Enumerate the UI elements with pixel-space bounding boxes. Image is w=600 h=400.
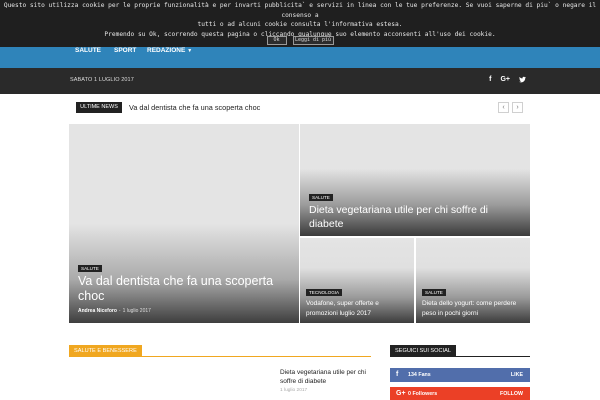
ticker-headline[interactable]: Va dal dentista che fa una scoperta choc bbox=[129, 103, 349, 112]
article-title[interactable]: Dieta dello yogurt: come perdere peso in… bbox=[422, 299, 526, 318]
post-title[interactable]: Dieta vegetariana utile per chi soffre d… bbox=[280, 368, 380, 386]
nav-item-sport[interactable]: SPORT bbox=[114, 47, 136, 55]
social-count: 134 Fans bbox=[408, 368, 431, 382]
cookie-text-line-2: tutti o ad alcuni cookie consulta l'info… bbox=[197, 21, 403, 29]
nav-item-redazione-label: REDAZIONE bbox=[147, 47, 186, 54]
section-header-salute-benessere: SALUTE E BENESSERE bbox=[69, 345, 371, 357]
meta-separator: - bbox=[118, 308, 121, 314]
chevron-down-icon: ▼ bbox=[187, 48, 193, 54]
nav-item-redazione[interactable]: REDAZIONE ▼ bbox=[147, 47, 192, 55]
ticker-badge: ULTIME NEWS bbox=[76, 102, 122, 113]
social-count-unit: Fans bbox=[418, 372, 431, 378]
google-plus-icon[interactable]: G+ bbox=[500, 75, 510, 85]
cookie-buttons: Ok Leggi di più bbox=[0, 36, 600, 45]
article-date: 1 luglio 2017 bbox=[122, 308, 151, 314]
main-nav: SALUTE SPORT REDAZIONE ▼ bbox=[0, 47, 600, 68]
post-date: 1 luglio 2017 bbox=[280, 388, 308, 393]
category-badge[interactable]: SALUTE bbox=[309, 194, 333, 201]
social-row-google-plus[interactable]: G+ 0 Followers FOLLOW bbox=[390, 387, 530, 400]
nav-item-salute[interactable]: SALUTE bbox=[75, 47, 101, 55]
article-meta: Andrea Niceforo -1 luglio 2017 bbox=[78, 308, 151, 314]
cookie-more-button[interactable]: Leggi di più bbox=[292, 36, 334, 45]
category-badge[interactable]: SALUTE bbox=[422, 289, 446, 296]
social-count-unit: Followers bbox=[412, 391, 438, 397]
facebook-icon: f bbox=[396, 371, 399, 378]
facebook-like-button[interactable]: LIKE bbox=[511, 368, 523, 382]
featured-article-right-bottom-left[interactable]: TECNOLOGIA Vodafone, super offerte e pro… bbox=[300, 238, 414, 323]
ticker-next-button[interactable]: › bbox=[512, 102, 523, 113]
google-plus-icon: G+ bbox=[396, 390, 406, 397]
article-author[interactable]: Andrea Niceforo bbox=[78, 308, 117, 314]
featured-article-main[interactable]: SALUTE Va dal dentista che fa una scoper… bbox=[69, 124, 299, 323]
featured-article-right-top[interactable]: SALUTE Dieta vegetariana utile per chi s… bbox=[300, 124, 530, 236]
top-bar: SABATO 1 LUGLIO 2017 f G+ bbox=[0, 68, 600, 94]
twitter-icon[interactable] bbox=[519, 75, 526, 85]
article-title[interactable]: Dieta vegetariana utile per chi soffre d… bbox=[309, 204, 521, 231]
ticker-prev-button[interactable]: ‹ bbox=[498, 102, 509, 113]
social-count: 0 Followers bbox=[408, 387, 437, 400]
current-date: SABATO 1 LUGLIO 2017 bbox=[70, 77, 134, 83]
social-count-number: 134 bbox=[408, 372, 417, 378]
cookie-text-line-1: Questo sito utilizza cookie per le propr… bbox=[3, 2, 597, 19]
article-title[interactable]: Va dal dentista che fa una scoperta choc bbox=[78, 274, 290, 304]
section-header-social: SEGUICI SUI SOCIAL bbox=[390, 345, 530, 357]
list-item[interactable]: Dieta vegetariana utile per chi soffre d… bbox=[280, 368, 380, 393]
cookie-banner: Questo sito utilizza cookie per le propr… bbox=[0, 0, 600, 47]
social-count-number: 0 bbox=[408, 391, 411, 397]
top-social-links: f G+ bbox=[480, 75, 526, 85]
cookie-text: Questo sito utilizza cookie per le propr… bbox=[0, 0, 600, 39]
category-badge[interactable]: SALUTE bbox=[78, 265, 102, 272]
social-row-facebook[interactable]: f 134 Fans LIKE bbox=[390, 368, 530, 382]
google-plus-follow-button[interactable]: FOLLOW bbox=[500, 387, 523, 400]
article-title[interactable]: Vodafone, super offerte e promozioni lug… bbox=[306, 299, 410, 318]
featured-article-right-bottom-right[interactable]: SALUTE Dieta dello yogurt: come perdere … bbox=[416, 238, 530, 323]
facebook-icon[interactable]: f bbox=[489, 75, 491, 85]
cookie-ok-button[interactable]: Ok bbox=[266, 36, 287, 45]
section-label: SEGUICI SUI SOCIAL bbox=[390, 345, 456, 357]
category-badge[interactable]: TECNOLOGIA bbox=[306, 289, 343, 296]
section-label[interactable]: SALUTE E BENESSERE bbox=[69, 345, 142, 357]
